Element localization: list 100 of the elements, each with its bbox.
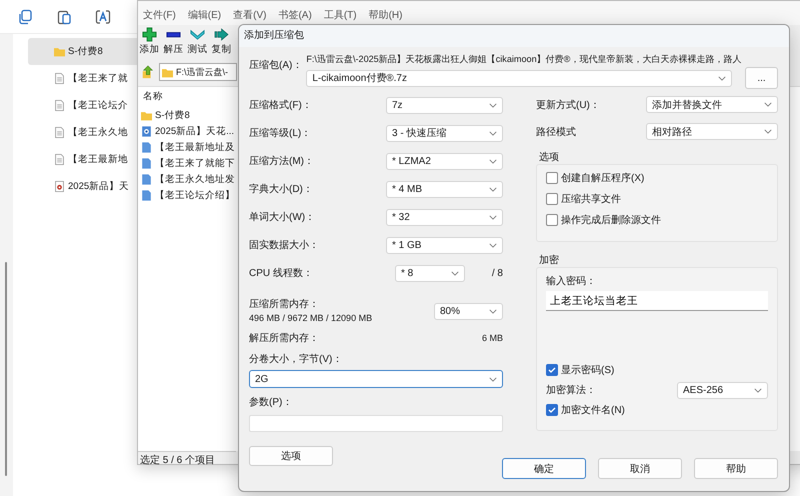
file-item[interactable]: 【老王最新地 [28,146,137,173]
scrollbar[interactable] [5,262,7,476]
toolbar-button[interactable]: 添加 [139,27,160,59]
file-item[interactable]: 【老王来了就能下 [141,155,237,171]
file-item[interactable]: 2025新品】天花... [141,123,237,139]
menu-item[interactable]: 书签(A) [278,8,312,22]
dropdown[interactable]: * 8 [395,264,465,282]
status-bar: 选定 5 / 6 个项目 [138,451,236,470]
check-icon [547,405,557,415]
field-label: 分卷大小，字节(V)： [249,352,344,366]
memory-value: 6 MB [482,333,503,343]
document-icon [54,154,65,165]
document-icon [54,127,65,138]
checkbox[interactable]: 显示密码(S) [546,361,768,379]
password-field[interactable]: 上老王论坛当老王 [546,291,768,311]
file-item[interactable]: 【老王论坛介 [28,92,137,119]
up-folder-icon[interactable] [141,65,155,79]
file-item[interactable]: S-付费8 [28,38,137,65]
field-label: 固实数据大小： [249,238,319,252]
file-item[interactable]: S-付费8 [141,107,237,123]
thread-count: / 8 [490,268,503,278]
file-item[interactable]: 【老王最新地址及 [141,139,237,155]
dropdown[interactable]: * 1 GB [386,236,503,254]
field-label: 解压所需内存： [249,332,319,345]
clipboard-icon[interactable] [56,8,72,24]
address-field[interactable]: F:\迅雷云盘\- [159,63,237,81]
chevron-down-icon [489,214,497,220]
archive-path: F:\迅雷云盘\-2025新品】天花板露出狂人御姐【cikaimoon】付费®，现代皇帝新装，大白天赤裸裸走路，路人 [306,53,742,66]
chevron-down-icon [718,76,726,80]
chevron-down-icon [489,186,497,192]
archive-name-combobox[interactable]: L-cikaimoon付费®.7z [306,70,732,86]
copy-icon[interactable] [17,8,33,24]
document-icon [141,158,152,168]
group-title: 选项 [539,150,560,164]
chevron-down-icon [754,388,762,392]
dropdown[interactable]: 添加并替换文件 [646,96,778,113]
archive-icon [54,181,65,192]
plus-icon [142,27,157,42]
chevron-down-icon [764,102,772,107]
field-label: 更新方式(U)： [536,98,600,112]
dialog-title: 添加到压缩包 [239,25,789,47]
field-label: 压缩格式(F)： [249,98,312,112]
dropdown[interactable]: 相对路径 [646,123,778,140]
field-label: 字典大小(D)： [249,182,313,196]
archive-icon [141,126,152,136]
browse-button[interactable]: ... [745,67,778,89]
checkbox[interactable]: 操作完成后删除源文件 [546,211,768,229]
file-item[interactable]: 【老王来了就 [28,65,137,92]
chevron-down-icon [489,376,497,382]
toolbar-button[interactable]: 解压 [163,27,184,59]
dialog-button[interactable]: 帮助 [694,458,778,479]
chevron-down-icon [451,270,459,276]
menu-item[interactable]: 查看(V) [233,8,266,22]
document-icon [54,73,65,84]
file-item[interactable]: 2025新品】天 [28,173,137,200]
dropdown[interactable]: 80% [434,303,503,320]
dialog-button[interactable]: 取消 [598,458,682,479]
field-label: 路径模式 [536,126,576,138]
dropdown[interactable]: * LZMA2 [386,152,503,170]
menu-item[interactable]: 编辑(E) [188,8,222,22]
dropdown[interactable]: 3 - 快速压缩 [386,124,503,142]
field-label: 压缩包(A)： [249,58,302,73]
chevron-down-icon [489,102,497,108]
arrow-right-icon [214,27,229,42]
dropdown[interactable]: 7z [386,96,503,114]
field-label: 压缩等级(L)： [249,126,312,140]
column-header[interactable]: 名称 [141,87,193,107]
menu-item[interactable]: 帮助(H) [368,8,402,22]
toolbar-button[interactable]: 复制 [211,27,232,59]
file-item[interactable]: 【老王永久地址发 [141,171,237,187]
dropdown[interactable]: AES-256 [677,382,768,398]
field-label: 输入密码： [546,274,597,288]
options-button[interactable]: 选项 [249,446,333,466]
field-label: 加密算法： [546,384,596,397]
chevron-down-icon [489,130,497,136]
document-icon [141,190,152,200]
dropdown[interactable]: * 32 [386,208,503,226]
toolbar-button[interactable]: 测试 [187,27,208,59]
folder-icon [162,66,173,78]
checkbox[interactable]: 创建自解压程序(X) [546,169,768,187]
volume-size-combobox[interactable]: 2G [249,370,503,388]
document-icon [141,142,152,152]
parameters-field[interactable] [249,415,503,432]
group-title: 加密 [539,254,560,267]
menu-item[interactable]: 工具(T) [324,8,357,22]
dialog-button[interactable]: 确定 [502,458,586,479]
field-label: 参数(P)： [249,396,294,409]
checkbox[interactable]: 加密文件名(N) [546,401,768,419]
file-item[interactable]: 【老王永久地 [28,119,137,146]
chevron-down-icon [489,309,497,314]
field-label: CPU 线程数： [249,266,313,280]
check-icon [547,365,557,375]
dropdown[interactable]: * 4 MB [386,180,503,198]
chevron-down-icon [489,242,497,248]
text-frame-icon[interactable] [95,8,111,24]
check-icon [190,27,205,42]
file-item[interactable]: 【老王论坛介绍】 [141,187,237,203]
field-label: 压缩方法(M)： [249,154,314,168]
checkbox[interactable]: 压缩共享文件 [546,190,768,208]
menu-item[interactable]: 文件(F) [143,8,176,22]
